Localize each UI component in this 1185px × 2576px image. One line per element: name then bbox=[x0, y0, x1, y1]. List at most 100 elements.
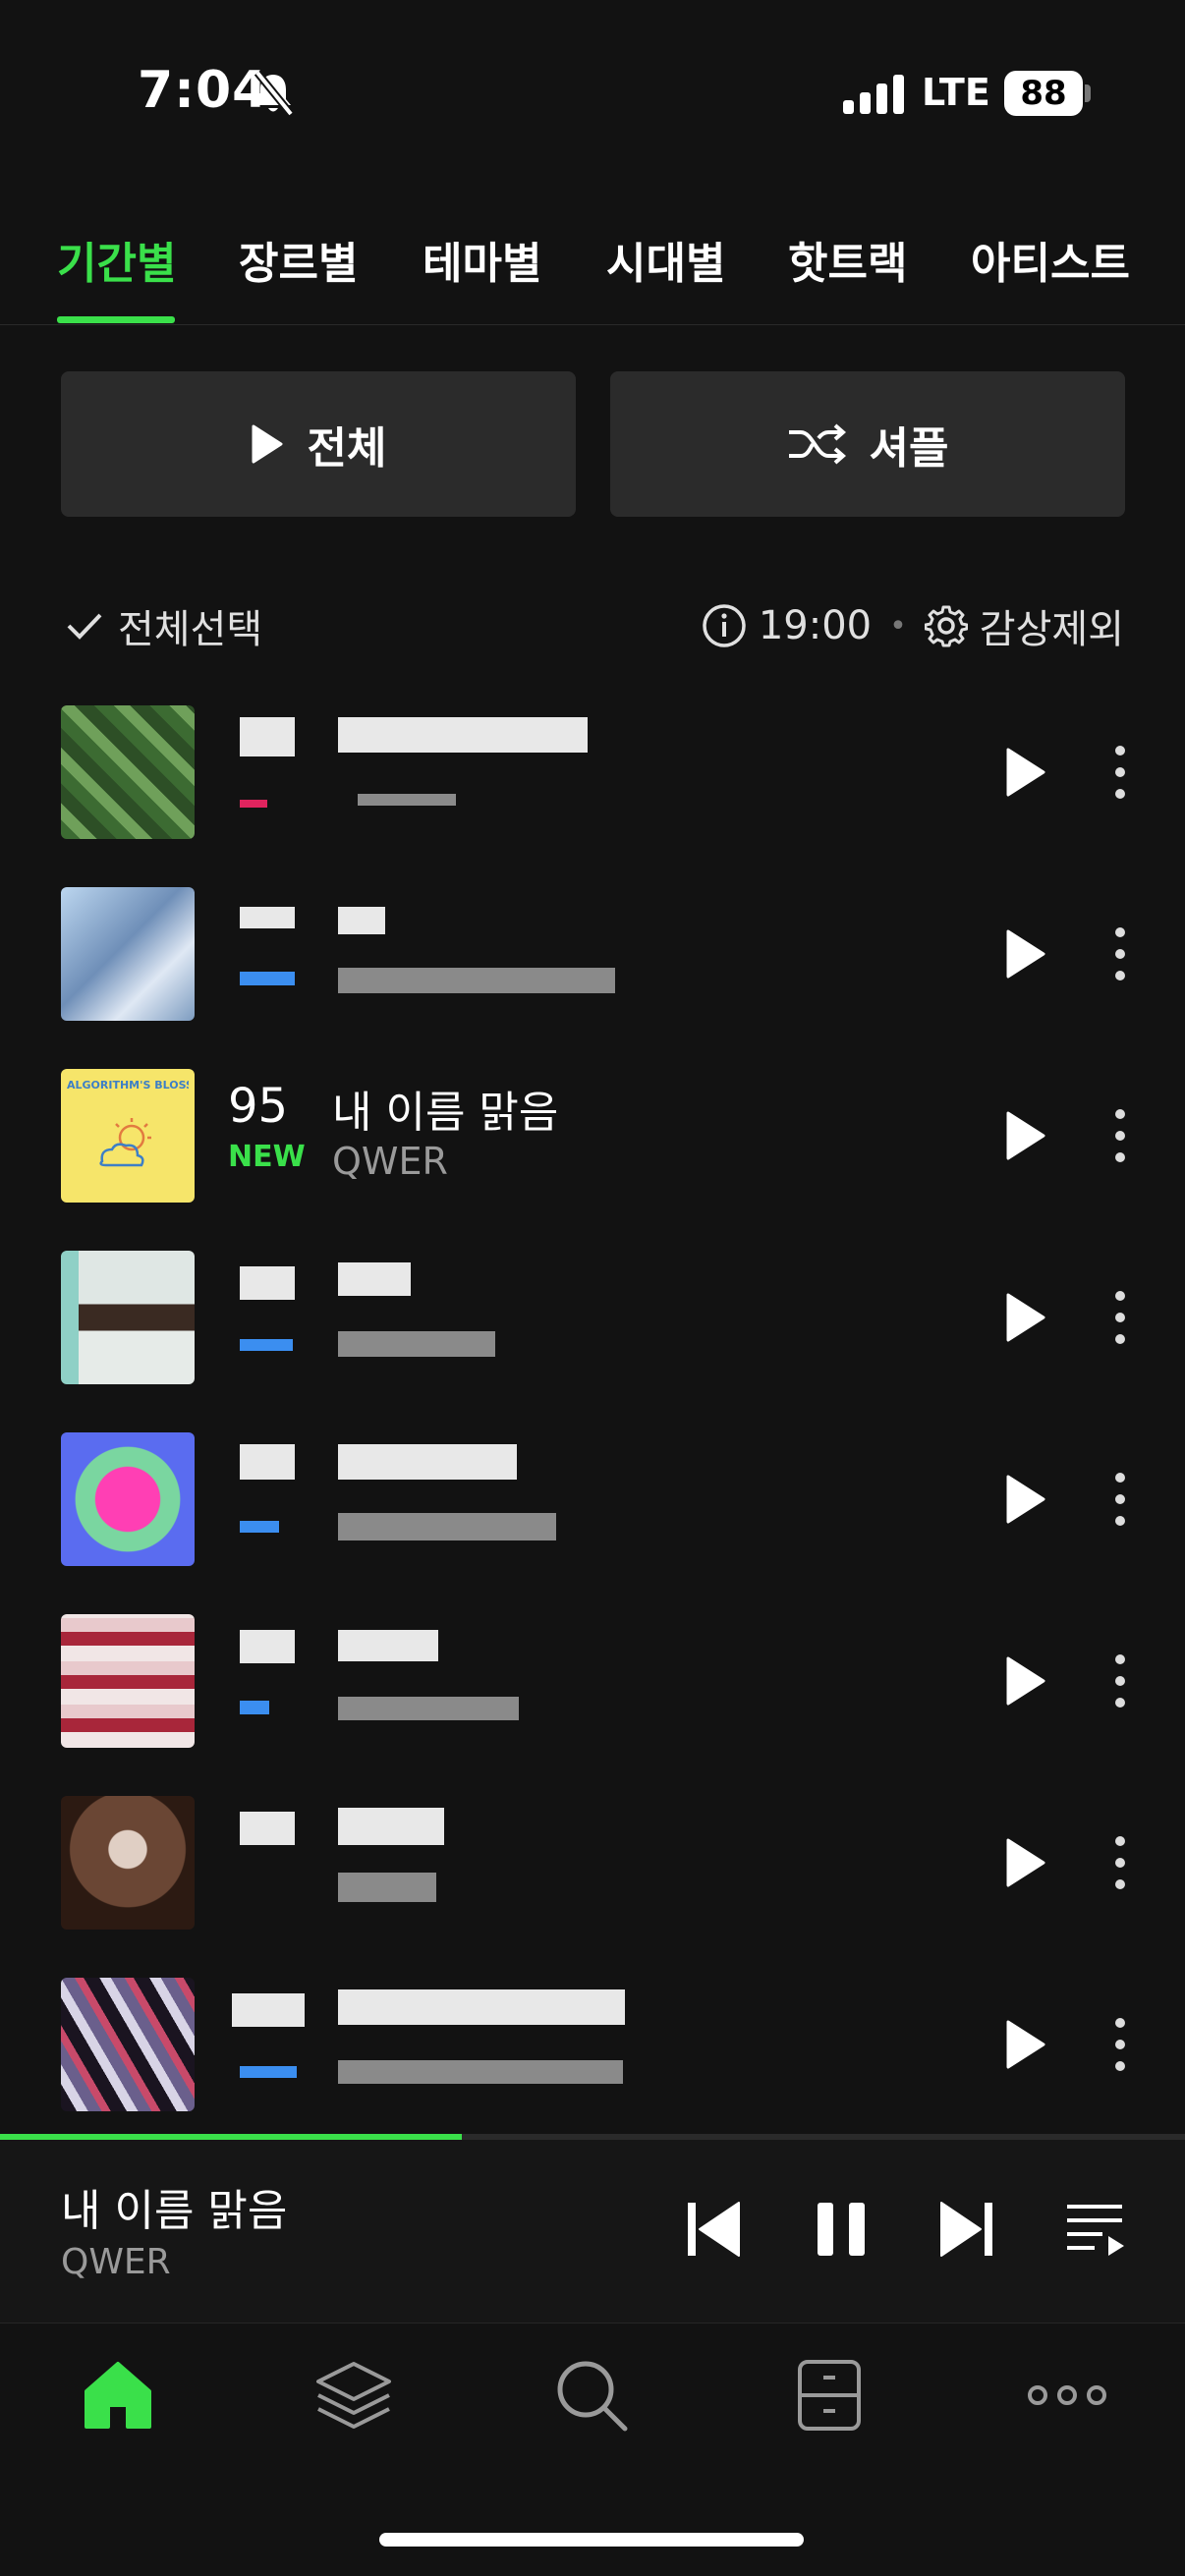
redacted-artist bbox=[338, 1331, 495, 1357]
more-vertical-icon[interactable] bbox=[1106, 923, 1134, 985]
now-playing-title: 내 이름 맑음 bbox=[61, 2186, 288, 2236]
rank-change-indicator bbox=[240, 1521, 279, 1533]
tab-theme[interactable]: 테마별 bbox=[423, 228, 541, 291]
track-artist: QWER bbox=[332, 1140, 448, 1183]
more-vertical-icon[interactable] bbox=[1106, 1104, 1134, 1167]
previous-track-icon[interactable] bbox=[686, 2199, 741, 2260]
track-row[interactable] bbox=[0, 1223, 1185, 1404]
play-icon[interactable] bbox=[1004, 1110, 1047, 1161]
tab-genre[interactable]: 장르별 bbox=[239, 228, 358, 291]
exclude-label[interactable]: 감상제외 bbox=[980, 597, 1124, 654]
rank-change-indicator bbox=[240, 2066, 297, 2078]
rank-change-indicator bbox=[240, 1339, 293, 1351]
play-all-button[interactable]: 전체 bbox=[61, 371, 576, 517]
status-bar: 7:04 LTE 88 bbox=[0, 0, 1185, 187]
redacted-rank bbox=[232, 1993, 305, 2027]
shuffle-icon bbox=[788, 423, 846, 465]
redacted-title bbox=[338, 1808, 444, 1845]
play-icon[interactable] bbox=[1004, 1474, 1047, 1525]
home-icon[interactable] bbox=[79, 2356, 157, 2435]
play-icon[interactable] bbox=[1004, 1655, 1047, 1707]
category-tabs: 기간별 장르별 테마별 시대별 핫트랙 아티스트 bbox=[0, 216, 1185, 325]
battery-icon: 88 bbox=[1004, 71, 1083, 116]
play-icon[interactable] bbox=[1004, 928, 1047, 980]
gear-icon[interactable] bbox=[924, 604, 968, 647]
mini-player[interactable]: 내 이름 맑음 QWER bbox=[0, 2140, 1185, 2324]
track-title: 내 이름 맑음 bbox=[332, 1088, 559, 1138]
more-vertical-icon[interactable] bbox=[1106, 1468, 1134, 1531]
redacted-title bbox=[338, 907, 385, 934]
bell-muted-icon bbox=[254, 70, 295, 117]
album-art bbox=[61, 1432, 195, 1566]
tab-hottrack[interactable]: 핫트랙 bbox=[788, 228, 907, 291]
library-icon[interactable] bbox=[790, 2356, 869, 2435]
track-row[interactable] bbox=[0, 1768, 1185, 1949]
sun-cloud-icon bbox=[99, 1118, 151, 1167]
redacted-artist bbox=[338, 1697, 519, 1720]
pause-icon[interactable] bbox=[816, 2199, 867, 2260]
play-icon[interactable] bbox=[1004, 2019, 1047, 2070]
album-art bbox=[61, 1978, 195, 2111]
check-icon bbox=[67, 613, 102, 640]
search-icon[interactable] bbox=[552, 2356, 631, 2435]
redacted-title bbox=[338, 1444, 517, 1480]
more-vertical-icon[interactable] bbox=[1106, 1831, 1134, 1894]
new-badge: NEW bbox=[228, 1140, 306, 1174]
album-art bbox=[61, 1614, 195, 1748]
active-tab-indicator bbox=[57, 316, 175, 323]
tab-era[interactable]: 시대별 bbox=[606, 228, 725, 291]
play-icon[interactable] bbox=[1004, 747, 1047, 798]
track-rank: 95 bbox=[228, 1079, 289, 1134]
select-row: 전체선택 19:00 • 감상제외 bbox=[0, 589, 1185, 658]
redacted-rank bbox=[240, 1444, 295, 1480]
album-art bbox=[61, 1796, 195, 1930]
next-track-icon[interactable] bbox=[939, 2199, 994, 2260]
play-icon bbox=[252, 424, 283, 464]
battery-tip bbox=[1085, 84, 1091, 102]
now-playing-artist: QWER bbox=[61, 2242, 171, 2282]
redacted-rank bbox=[240, 1630, 295, 1663]
chart-info: 19:00 • 감상제외 bbox=[702, 597, 1124, 654]
layers-icon[interactable] bbox=[314, 2356, 393, 2435]
track-row[interactable] bbox=[0, 860, 1185, 1040]
more-vertical-icon[interactable] bbox=[1106, 1286, 1134, 1349]
rank-change-indicator bbox=[240, 1701, 269, 1714]
more-vertical-icon[interactable] bbox=[1106, 741, 1134, 804]
play-icon[interactable] bbox=[1004, 1837, 1047, 1888]
play-all-label: 전체 bbox=[307, 423, 387, 474]
track-row[interactable] bbox=[0, 678, 1185, 859]
cellular-signal-icon bbox=[843, 75, 904, 114]
redacted-rank bbox=[240, 907, 295, 928]
redacted-title bbox=[338, 1262, 411, 1296]
redacted-artist bbox=[338, 968, 615, 993]
home-indicator bbox=[379, 2533, 804, 2547]
more-vertical-icon[interactable] bbox=[1106, 2013, 1134, 2076]
album-art: ALGORITHM'S BLOSSOM bbox=[61, 1069, 195, 1203]
rank-change-indicator bbox=[240, 800, 267, 808]
album-art bbox=[61, 1251, 195, 1384]
track-row[interactable] bbox=[0, 1405, 1185, 1586]
redacted-title bbox=[338, 1989, 625, 2025]
track-row[interactable] bbox=[0, 1950, 1185, 2131]
play-icon[interactable] bbox=[1004, 1292, 1047, 1343]
network-type: LTE bbox=[922, 71, 990, 114]
track-row[interactable] bbox=[0, 1587, 1185, 1767]
shuffle-button[interactable]: 셔플 bbox=[610, 371, 1125, 517]
redacted-rank bbox=[240, 717, 295, 756]
bottom-nav bbox=[0, 2324, 1185, 2462]
track-row[interactable]: ALGORITHM'S BLOSSOM 95 NEW 내 이름 맑음 QWER bbox=[0, 1041, 1185, 1222]
redacted-artist bbox=[338, 1873, 436, 1902]
select-all-label: 전체선택 bbox=[118, 607, 263, 652]
separator-dot: • bbox=[889, 608, 907, 644]
redacted-artist bbox=[358, 794, 456, 806]
shuffle-label: 셔플 bbox=[869, 423, 949, 474]
tab-artist[interactable]: 아티스트 bbox=[971, 228, 1130, 291]
more-vertical-icon[interactable] bbox=[1106, 1650, 1134, 1712]
tab-period[interactable]: 기간별 bbox=[57, 228, 176, 291]
rank-change-indicator bbox=[240, 972, 295, 985]
select-all-button[interactable]: 전체선택 bbox=[65, 597, 262, 654]
info-icon[interactable] bbox=[702, 603, 747, 648]
redacted-title bbox=[338, 717, 588, 753]
playlist-icon[interactable] bbox=[1065, 2199, 1126, 2258]
more-icon[interactable] bbox=[1026, 2356, 1108, 2435]
